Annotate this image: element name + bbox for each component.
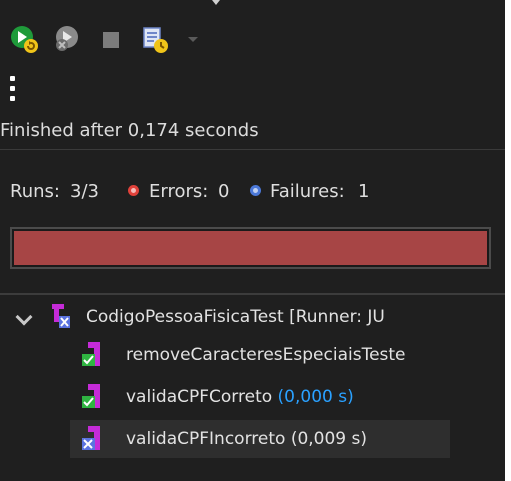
test-progress-bar: [10, 227, 491, 269]
test-case-time: (0,000 s): [277, 387, 354, 407]
failures-label: Failures:: [270, 181, 345, 202]
test-case-name: removeCaracteresEspeciaisTeste: [126, 345, 406, 365]
error-icon: [128, 185, 139, 196]
errors-value: 0: [218, 181, 230, 202]
junit-toolbar: [0, 0, 505, 68]
errors-label: Errors:: [149, 181, 209, 202]
test-failed-icon: [82, 426, 100, 450]
chevron-down-icon[interactable]: [15, 308, 33, 326]
test-case-name: validaCPFIncorreto: [126, 429, 286, 449]
test-case-row-selected[interactable]: validaCPFIncorreto (0,009 s): [70, 420, 450, 458]
divider: [0, 293, 505, 295]
test-case-row[interactable]: removeCaracteresEspeciaisTeste: [0, 336, 505, 374]
failure-icon: [250, 185, 261, 196]
junit-view-panel: Finished after 0,174 seconds Runs: 3/3 E…: [0, 0, 505, 481]
divider: [0, 149, 505, 150]
runs-value: 3/3: [70, 181, 99, 202]
failures-value: 1: [358, 181, 370, 202]
stop-icon[interactable]: [94, 22, 128, 56]
runs-label: Runs:: [10, 181, 60, 202]
test-run-history-icon[interactable]: [138, 22, 172, 56]
drag-handle-icon[interactable]: [212, 0, 220, 5]
test-passed-icon: [82, 342, 100, 366]
test-case-name: validaCPFCorreto: [126, 387, 273, 407]
progress-bar-fill: [14, 231, 487, 265]
test-case-row[interactable]: validaCPFCorreto (0,000 s): [0, 378, 505, 416]
test-passed-icon: [82, 384, 100, 408]
tree-root-node[interactable]: CodigoPessoaFisicaTest [Runner: JU: [0, 298, 505, 336]
rerun-test-icon[interactable]: [8, 22, 42, 56]
kebab-menu-icon[interactable]: [6, 72, 20, 106]
test-case-time: (0,009 s): [290, 429, 368, 449]
history-dropdown-chevron-icon[interactable]: [178, 22, 212, 56]
tree-root-label: CodigoPessoaFisicaTest [Runner: JU: [86, 307, 385, 327]
rerun-failed-first-icon[interactable]: [52, 22, 86, 56]
run-status-text: Finished after 0,174 seconds: [0, 120, 259, 141]
test-suite-failed-icon: [52, 304, 70, 328]
